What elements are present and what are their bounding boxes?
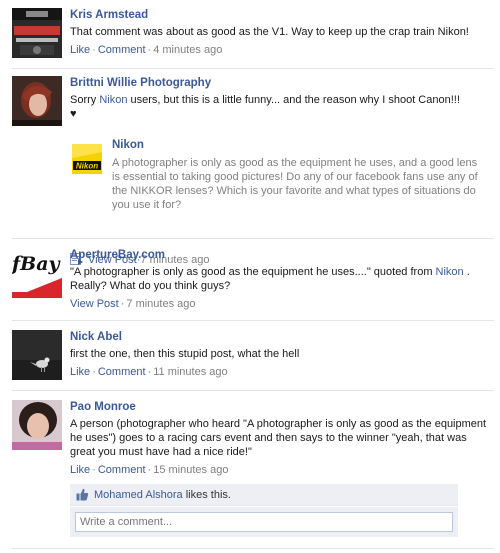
- story-divider: [12, 68, 494, 69]
- separator-dot: ·: [92, 44, 96, 56]
- story-author[interactable]: Brittni Willie Photography: [70, 76, 211, 90]
- aperturebay-logo-text: fBay: [12, 253, 62, 275]
- message-text: "A photographer is only as good as the e…: [70, 266, 436, 278]
- person-portrait-avatar[interactable]: [12, 76, 62, 126]
- attachment-title[interactable]: Nikon: [112, 138, 484, 152]
- story-author[interactable]: Pao Monroe: [70, 400, 136, 414]
- feed-story: Pao Monroe A person (photographer who he…: [12, 400, 494, 546]
- story-author[interactable]: ApertureBay.com: [70, 248, 165, 262]
- nikon-logo-text: Nikon: [76, 162, 98, 171]
- likes-text: Mohamed Alshora likes this.: [94, 488, 231, 502]
- like-link[interactable]: Like: [70, 464, 90, 476]
- story-message: That comment was about as good as the V1…: [70, 26, 469, 38]
- feed-story: Brittni Willie Photography Sorry Nikon u…: [12, 76, 494, 266]
- story-actions: Like · Comment · 11 minutes ago: [70, 365, 494, 379]
- likes-suffix: likes this.: [182, 489, 231, 501]
- story-message: Sorry Nikon users, but this is a little …: [70, 93, 494, 121]
- story-actions: View Post · 7 minutes ago: [70, 297, 494, 311]
- comment-composer: [70, 507, 458, 537]
- comment-input[interactable]: [75, 512, 453, 532]
- story-author[interactable]: Nick Abel: [70, 330, 122, 344]
- story-divider: [12, 390, 494, 391]
- news-feed: Kris Armstead That comment was about as …: [0, 0, 500, 553]
- like-link[interactable]: Like: [70, 366, 90, 378]
- feed-story: fBay ApertureBay.com "A photographer is …: [12, 248, 494, 318]
- separator-dot: ·: [92, 464, 96, 476]
- view-post-link[interactable]: View Post: [70, 298, 119, 310]
- comment-link[interactable]: Comment: [98, 464, 146, 476]
- nikon-page-link[interactable]: Nikon: [99, 94, 127, 106]
- shared-post-attachment: Nikon Nikon A photographer is only as go…: [70, 138, 494, 266]
- aperturebay-logo-avatar[interactable]: fBay: [12, 248, 62, 298]
- message-text: users, but this is a little funny... and…: [127, 94, 460, 106]
- attachment-description: A photographer is only as good as the eq…: [112, 157, 478, 211]
- nikon-logo-icon[interactable]: Nikon: [72, 144, 102, 174]
- story-timestamp[interactable]: 7 minutes ago: [126, 298, 195, 310]
- story-divider: [12, 320, 494, 321]
- story-divider: [12, 548, 494, 549]
- story-timestamp[interactable]: 4 minutes ago: [153, 44, 222, 56]
- story-timestamp[interactable]: 11 minutes ago: [153, 366, 227, 378]
- feed-story: Kris Armstead That comment was about as …: [12, 8, 494, 62]
- liker-name-link[interactable]: Mohamed Alshora: [94, 489, 183, 501]
- powershoot-avatar[interactable]: [12, 8, 62, 58]
- comment-link[interactable]: Comment: [98, 44, 146, 56]
- story-message: "A photographer is only as good as the e…: [70, 265, 494, 293]
- story-message: A person (photographer who heard "A phot…: [70, 418, 487, 458]
- separator-dot: ·: [92, 366, 96, 378]
- thumbs-up-icon: [76, 488, 89, 501]
- story-timestamp[interactable]: 15 minutes ago: [153, 464, 228, 476]
- story-actions: Like · Comment · 4 minutes ago: [70, 43, 494, 57]
- person-portrait-avatar[interactable]: [12, 400, 62, 450]
- heart-icon: ♥: [70, 108, 77, 120]
- nikon-page-link[interactable]: Nikon: [436, 266, 464, 278]
- likes-summary: Mohamed Alshora likes this.: [70, 484, 458, 506]
- story-author[interactable]: Kris Armstead: [70, 8, 148, 22]
- message-text: Sorry: [70, 94, 100, 106]
- comment-link[interactable]: Comment: [98, 366, 146, 378]
- bird-silhouette-avatar[interactable]: [12, 330, 62, 380]
- story-actions: Like · Comment · 15 minutes ago: [70, 463, 494, 477]
- story-divider: [12, 238, 494, 239]
- story-message: first the one, then this stupid post, wh…: [70, 348, 300, 360]
- feed-story: Nick Abel first the one, then this stupi…: [12, 330, 494, 385]
- like-link[interactable]: Like: [70, 44, 90, 56]
